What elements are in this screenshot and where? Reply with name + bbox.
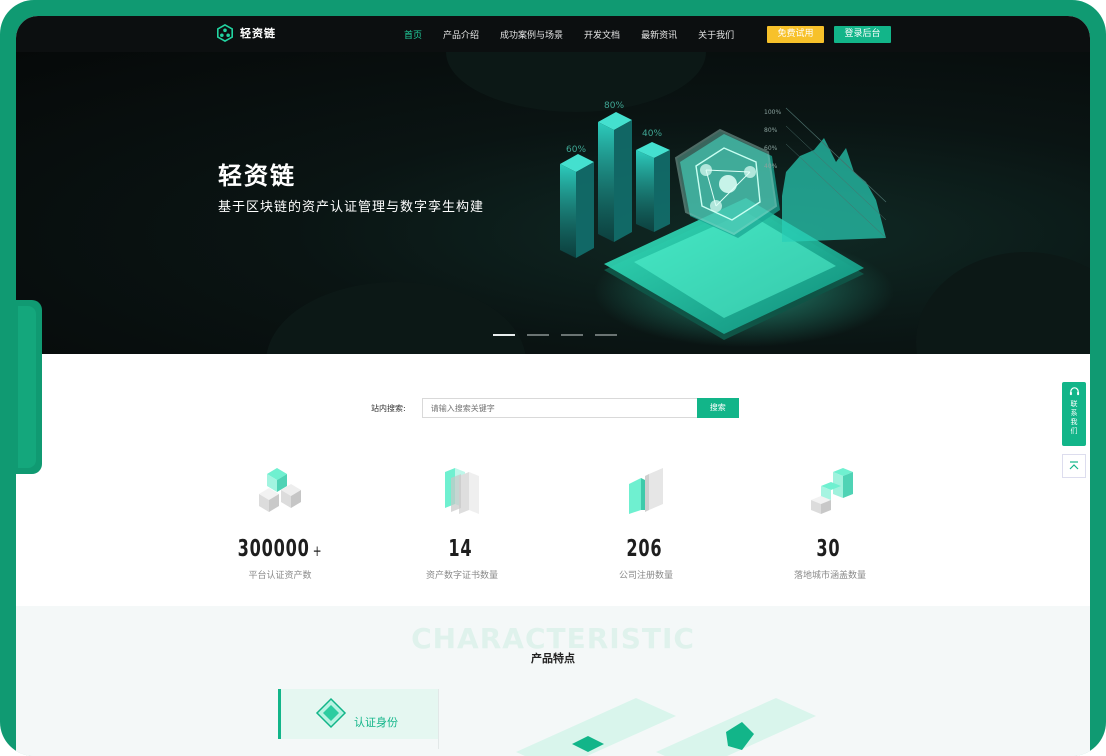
contact-us-float[interactable]: 联系我们 xyxy=(1062,382,1086,446)
carousel-dot[interactable] xyxy=(527,334,549,336)
hero-title: 轻资链 xyxy=(218,162,296,190)
nav-item-products[interactable]: 产品介绍 xyxy=(443,28,479,41)
section-title: 产品特点 xyxy=(531,652,575,665)
city-blocks-icon xyxy=(811,468,853,514)
hero-bg-shape xyxy=(266,282,526,354)
stat-label: 平台认证资产数 xyxy=(248,571,312,581)
back-to-top-button[interactable] xyxy=(1062,454,1086,478)
hero-banner: 轻资链 基于区块链的资产认证管理与数字孪生构建 60% 80% 40% 100%… xyxy=(16,52,1090,354)
feature-illustration xyxy=(516,698,816,756)
carousel-dot[interactable] xyxy=(561,334,583,336)
stat-cities: 30 落地城市涵盖数量 xyxy=(750,464,910,581)
diamond-icon xyxy=(315,697,347,729)
axis-label-40: 40% xyxy=(764,163,778,170)
bar-80 xyxy=(598,112,632,242)
search-input[interactable] xyxy=(421,398,697,418)
bar-label-80: 80% xyxy=(604,101,624,111)
cube-stack-icon xyxy=(259,468,301,512)
contact-us-label: 联系我们 xyxy=(1070,400,1078,435)
carousel-dot[interactable] xyxy=(595,334,617,336)
carousel-indicators xyxy=(493,334,617,336)
back-to-top-icon xyxy=(1069,461,1079,470)
stat-label: 落地城市涵盖数量 xyxy=(793,571,866,581)
bar-60 xyxy=(560,154,594,258)
blockchain-illustration: 60% 80% 40% 100% 80% 60% 40% xyxy=(560,101,894,347)
free-trial-button[interactable]: 免费试用 xyxy=(767,26,824,43)
stat-label: 公司注册数量 xyxy=(618,571,673,581)
stat-assets: 300000 + 平台认证资产数 xyxy=(200,464,360,581)
axis-label-80: 80% xyxy=(764,127,778,134)
hero-bg-shape xyxy=(916,252,1090,354)
stat-value: 14 xyxy=(448,536,473,562)
stat-value: 300000 + xyxy=(237,536,323,562)
axis-label-100: 100% xyxy=(764,109,781,116)
stat-label: 资产数字证书数量 xyxy=(425,571,498,581)
stat-companies: 206 公司注册数量 xyxy=(566,464,726,581)
building-icon xyxy=(629,468,663,514)
login-backend-button[interactable]: 登录后台 xyxy=(834,26,891,43)
brand-name: 轻资链 xyxy=(240,27,276,40)
bar-40 xyxy=(636,142,670,232)
divider xyxy=(438,689,439,749)
area-chart-graphic: 100% 80% 60% 40% xyxy=(764,107,887,242)
main-menu: 首页 产品介绍 成功案例与场景 开发文档 最新资讯 关于我们 xyxy=(404,16,755,52)
nav-item-docs[interactable]: 开发文档 xyxy=(584,28,620,41)
nav-item-news[interactable]: 最新资讯 xyxy=(641,28,677,41)
search-label: 站内搜索: xyxy=(371,403,406,413)
nav-item-about[interactable]: 关于我们 xyxy=(698,28,734,41)
site-search: 站内搜索: 搜索 xyxy=(371,398,739,418)
top-nav: 轻资链 首页 产品介绍 成功案例与场景 开发文档 最新资讯 关于我们 免费试用 … xyxy=(16,16,1090,52)
axis-label-60: 60% xyxy=(764,145,778,152)
device-frame: 轻资链 首页 产品介绍 成功案例与场景 开发文档 最新资讯 关于我们 免费试用 … xyxy=(0,0,1106,756)
carousel-dot[interactable] xyxy=(493,334,515,336)
characteristics-section: CHARACTERISTIC 产品特点 认证身份 xyxy=(16,606,1090,756)
search-button[interactable]: 搜索 xyxy=(696,398,739,418)
feature-tab-label: 认证身份 xyxy=(354,716,398,729)
hexagon-logo-icon xyxy=(216,24,234,42)
bar-label-40: 40% xyxy=(642,129,662,139)
stat-certificates: 14 资产数字证书数量 xyxy=(382,464,542,581)
headset-icon xyxy=(1069,387,1079,396)
nav-item-cases[interactable]: 成功案例与场景 xyxy=(500,28,563,41)
nav-item-home[interactable]: 首页 xyxy=(404,28,422,41)
certificate-stack-icon xyxy=(445,468,479,514)
frame-side-tab xyxy=(0,300,42,474)
bar-label-60: 60% xyxy=(566,145,586,155)
hero-subtitle: 基于区块链的资产认证管理与数字孪生构建 xyxy=(218,200,485,215)
stat-value: 30 xyxy=(816,536,841,562)
stat-value: 206 xyxy=(626,536,663,562)
brand-logo[interactable]: 轻资链 xyxy=(216,24,276,42)
browser-viewport: 轻资链 首页 产品介绍 成功案例与场景 开发文档 最新资讯 关于我们 免费试用 … xyxy=(16,16,1090,756)
